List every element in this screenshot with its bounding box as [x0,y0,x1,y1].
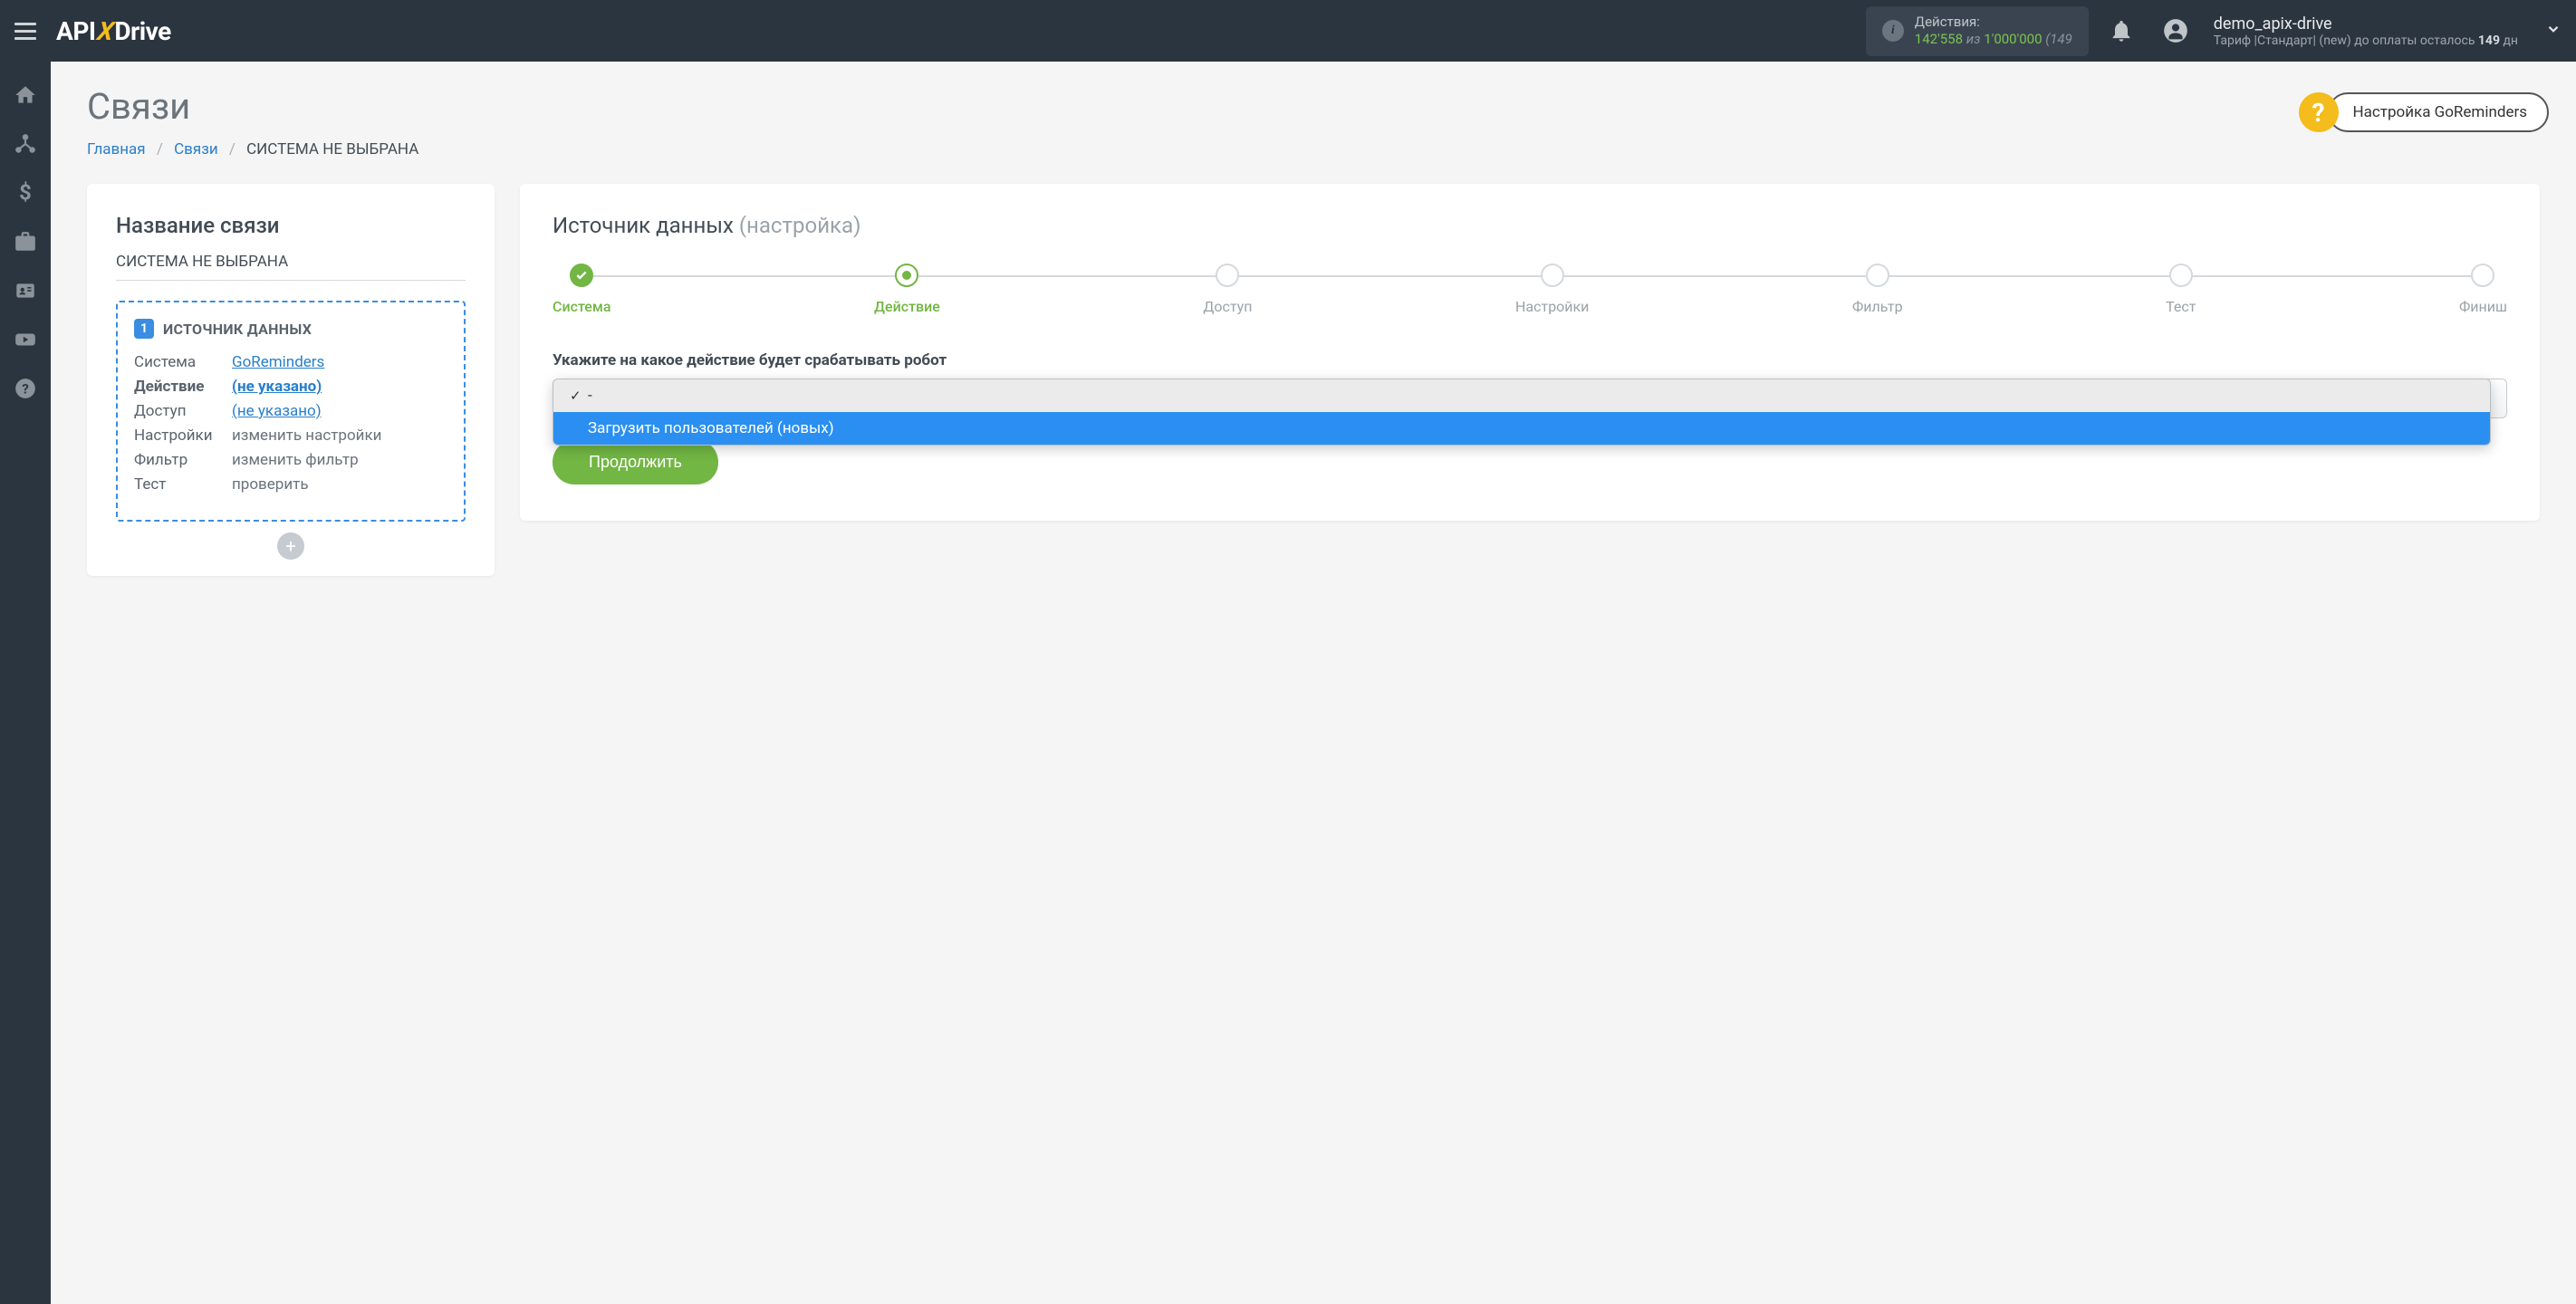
actions-extra: (149 [2045,31,2072,47]
step-settings[interactable]: Настройки [1515,264,1589,315]
question-icon: ? [2299,92,2339,132]
step-finish[interactable]: Финиш [2459,264,2507,315]
add-button[interactable]: + [277,532,304,560]
logo-drive: Drive [114,16,170,46]
help-badge[interactable]: ? Настройка GoReminders [2299,92,2550,132]
info-icon: i [1882,20,1904,42]
row-settings: Настройки изменить настройки [134,427,447,445]
left-card-title: Название связи [116,213,466,238]
actions-label: Действия: [1915,14,2072,32]
box-number: 1 [134,319,154,339]
actions-of: из [1966,31,1981,47]
content: Связи Главная / Связи / СИСТЕМА НЕ ВЫБРА… [51,62,2576,1304]
user-info[interactable]: demo_apix-drive Тариф |Стандарт| (new) д… [2214,14,2518,48]
row-action: Действие (не указано) [134,378,447,396]
sidebar-contacts[interactable] [14,279,37,302]
left-card-subtitle: СИСТЕМА НЕ ВЫБРАНА [116,253,466,281]
row-filter: Фильтр изменить фильтр [134,451,447,469]
test-text[interactable]: проверить [232,475,309,494]
action-link[interactable]: (не указано) [232,378,322,396]
menu-toggle[interactable] [14,23,36,40]
field-label: Укажите на какое действие будет срабатыв… [553,351,2507,369]
step-access[interactable]: Доступ [1203,264,1252,315]
step-filter[interactable]: Фильтр [1852,264,1903,315]
step-test[interactable]: Тест [2166,264,2196,315]
settings-text[interactable]: изменить настройки [232,427,381,445]
bell-icon[interactable] [2109,18,2134,43]
step-action[interactable]: Действие [874,264,940,315]
help-badge-text: Настройка GoReminders [2328,92,2550,132]
sidebar-billing[interactable]: $ [14,181,37,205]
sidebar: $ ? [0,62,51,1304]
row-system: Система GoReminders [134,353,447,371]
stepper: Система Действие Доступ Настройки [553,264,2507,315]
page-title: Связи [87,85,2540,128]
actions-badge[interactable]: i Действия: 142'558 из 1'000'000 (149 [1866,6,2089,56]
logo[interactable]: APIXDrive [56,16,171,46]
sidebar-connections[interactable] [14,132,37,156]
breadcrumb-current: СИСТЕМА НЕ ВЫБРАНА [246,140,418,158]
source-box: 1 ИСТОЧНИК ДАННЫХ Система GoReminders Де… [116,301,466,522]
access-link[interactable]: (не указано) [232,402,322,420]
logo-x: X [95,16,116,46]
box-title: ИСТОЧНИК ДАННЫХ [163,321,312,338]
svg-text:$: $ [19,181,32,205]
sidebar-help[interactable]: ? [14,377,37,400]
right-card: Источник данных (настройка) Система Дейс… [520,184,2540,521]
breadcrumb-home[interactable]: Главная [87,140,146,158]
left-card: Название связи СИСТЕМА НЕ ВЫБРАНА 1 ИСТО… [87,184,495,576]
step-system[interactable]: Система [553,264,611,315]
actions-total: 1'000'000 [1984,31,2042,47]
breadcrumb-links[interactable]: Связи [174,140,218,158]
svg-text:?: ? [22,380,29,397]
user-name: demo_apix-drive [2214,14,2518,34]
header: APIXDrive i Действия: 142'558 из 1'000'0… [0,0,2576,62]
dropdown: ✓- Загрузить пользователей (новых) [553,379,2491,446]
sidebar-video[interactable] [14,328,37,351]
row-test: Тест проверить [134,475,447,494]
dropdown-option-load-users[interactable]: Загрузить пользователей (новых) [553,412,2490,445]
dropdown-empty[interactable]: ✓- [553,379,2490,412]
user-tariff: Тариф |Стандарт| (new) до оплаты осталос… [2214,34,2518,48]
actions-count: 142'558 [1915,31,1963,47]
continue-button[interactable]: Продолжить [553,440,718,484]
logo-api: API [56,16,96,46]
system-link[interactable]: GoReminders [232,353,324,371]
right-card-title: Источник данных (настройка) [553,213,2507,238]
select-area: ✓- Загрузить пользователей (новых) [553,379,2507,418]
row-access: Доступ (не указано) [134,402,447,420]
chevron-down-icon[interactable] [2545,21,2562,41]
breadcrumb: Главная / Связи / СИСТЕМА НЕ ВЫБРАНА [87,140,2540,158]
sidebar-home[interactable] [14,83,37,107]
sidebar-briefcase[interactable] [14,230,37,254]
user-icon[interactable] [2163,18,2188,43]
filter-text[interactable]: изменить фильтр [232,451,359,469]
